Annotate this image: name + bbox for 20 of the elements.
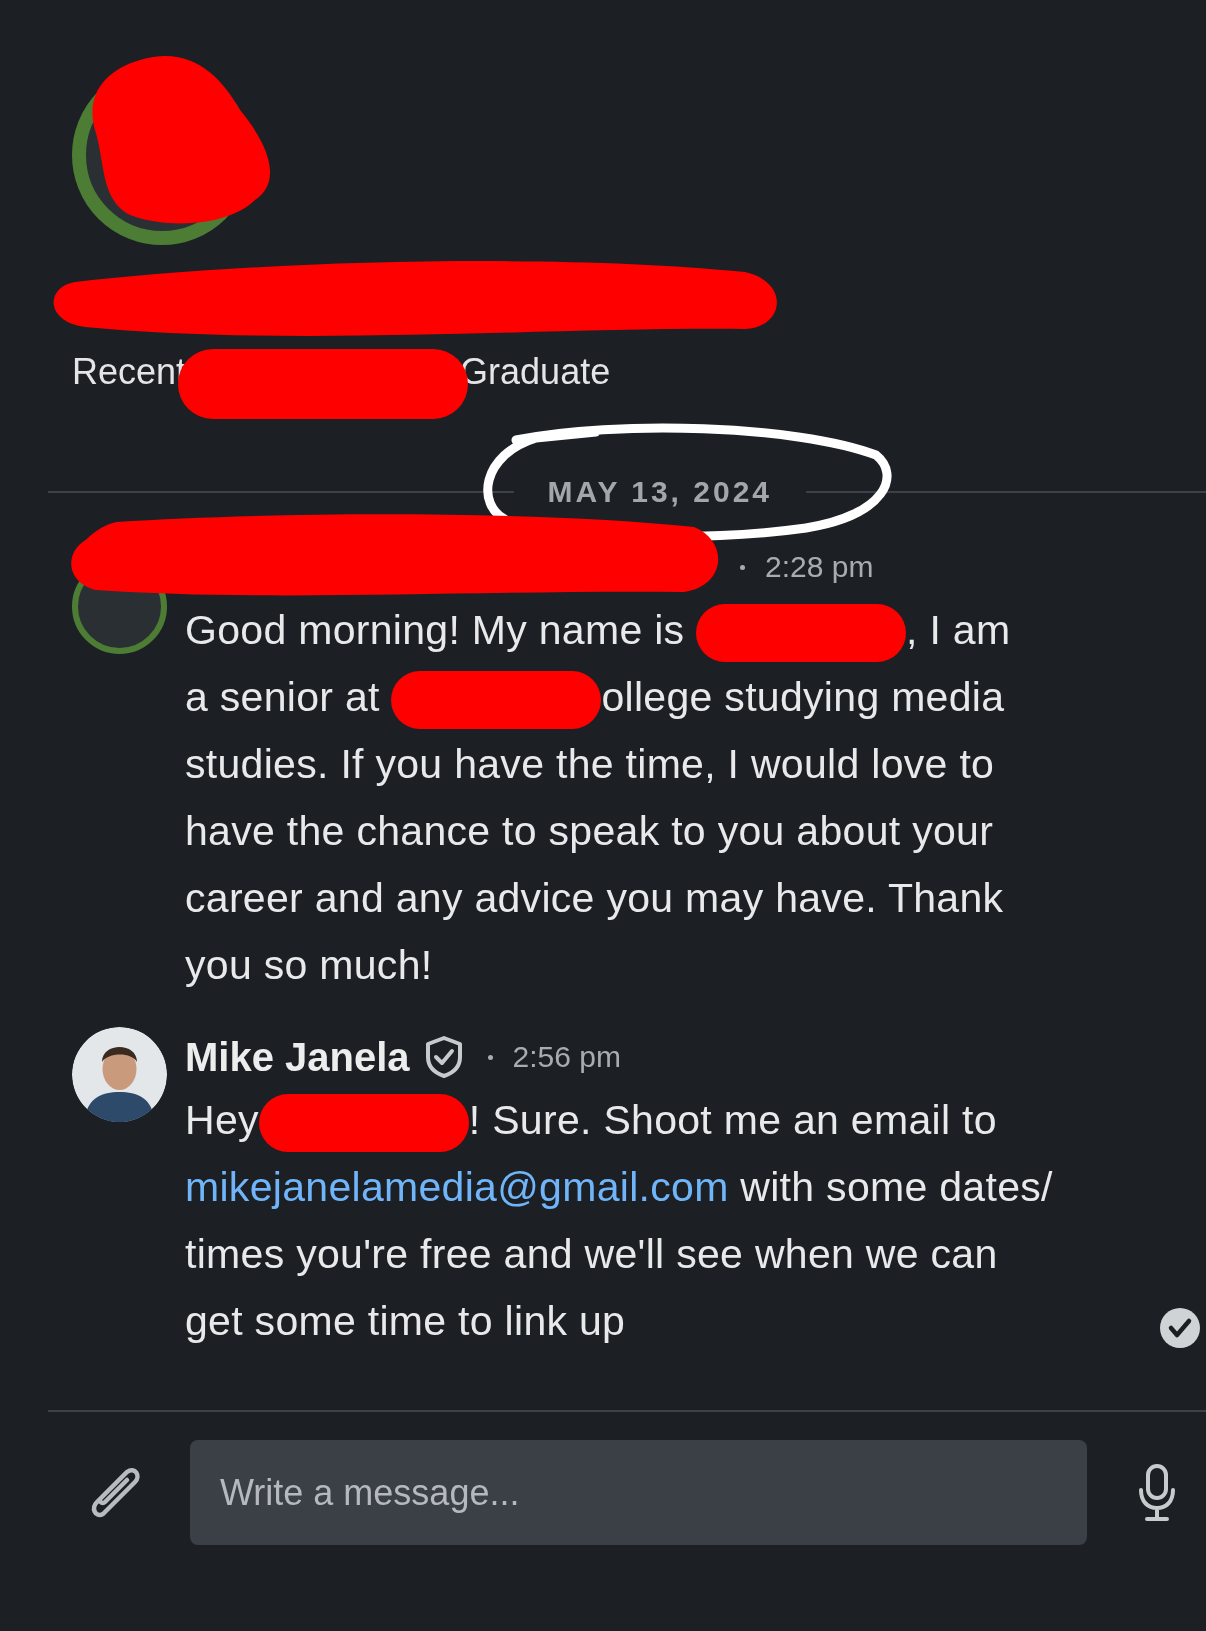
date-label: MAY 13, 2024 (547, 475, 772, 508)
microphone-icon[interactable] (1138, 1463, 1176, 1522)
email-link[interactable]: mikejanelamedia@gmail.com (185, 1164, 729, 1210)
message-text: times you're free and we'll see when we can (185, 1231, 998, 1277)
message-text: , I am (906, 607, 1011, 653)
message-text: a senior at (185, 674, 381, 720)
message-input[interactable]: Write a message... (190, 1440, 1087, 1545)
message-text: studies. If you have the time, I would love to (185, 741, 995, 787)
message-text: you so much! (185, 942, 433, 988)
message-text: Hey (185, 1097, 259, 1143)
message-time: 2:56 pm (512, 1040, 621, 1074)
message-text: career and any advice you may have. Thank (185, 875, 1004, 921)
sender-name[interactable]: Mike Janela (185, 1034, 410, 1080)
message-text: Good morning! My name is (185, 607, 686, 653)
message-text: get some time to link up (185, 1298, 626, 1344)
message-time: 2:28 pm (765, 550, 874, 584)
message-text: ! Sure. Shoot me an email to (468, 1097, 997, 1143)
message-text: with some dates/ (739, 1164, 1053, 1210)
message-text: have the chance to speak to you about your (185, 808, 994, 854)
message-text: ollege studying media (601, 674, 1005, 720)
